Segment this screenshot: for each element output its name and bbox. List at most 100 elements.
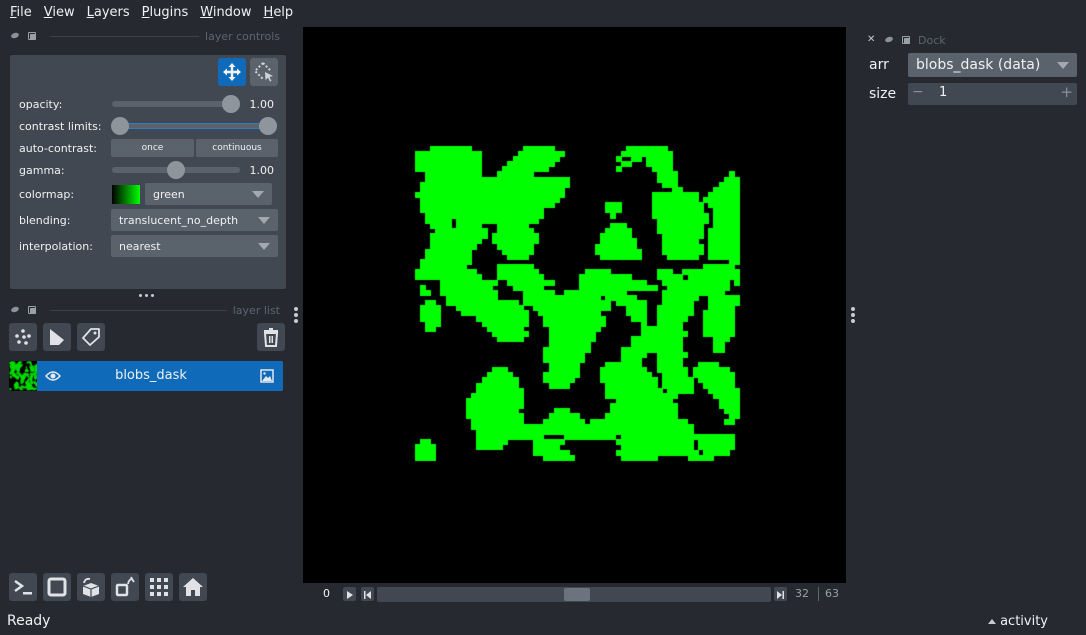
size-label: size xyxy=(869,86,897,102)
size-value[interactable]: 1 xyxy=(939,85,947,100)
menu-view[interactable]: View xyxy=(38,5,81,20)
chevron-down-icon xyxy=(258,217,270,224)
undock-panel-icon[interactable] xyxy=(27,305,37,315)
menu-file[interactable]: File xyxy=(4,5,38,20)
layer-list-title: layer list xyxy=(232,303,280,317)
new-labels-layer-button[interactable] xyxy=(77,323,105,351)
blending-dropdown[interactable]: translucent_no_depth xyxy=(111,209,278,231)
layer-name[interactable]: blobs_dask xyxy=(59,368,243,383)
play-button[interactable] xyxy=(343,587,356,601)
menu-file-label: ile xyxy=(16,4,32,20)
contrast-limits-slider[interactable] xyxy=(111,116,277,136)
activity-button[interactable]: activity xyxy=(988,614,1048,629)
menu-help[interactable]: Help xyxy=(258,5,300,20)
grid-icon xyxy=(150,578,168,596)
float-panel-icon[interactable] xyxy=(10,31,20,41)
auto-contrast-once-button[interactable]: once xyxy=(111,139,194,157)
delete-layer-button[interactable] xyxy=(257,323,285,351)
pan-zoom-button[interactable] xyxy=(218,58,246,86)
contrast-low-handle[interactable] xyxy=(111,117,129,135)
step-back-button[interactable] xyxy=(361,587,374,601)
console-button[interactable] xyxy=(9,573,37,601)
opacity-value: 1.00 xyxy=(249,98,275,111)
contrast-high-handle[interactable] xyxy=(259,117,277,135)
dims-slider-handle[interactable] xyxy=(563,588,590,601)
size-spinbox[interactable]: − 1 + xyxy=(908,83,1077,105)
layer-thumbnail xyxy=(9,361,37,391)
menu-layers[interactable]: Layers xyxy=(81,5,136,20)
right-dock-splitter-handle[interactable] xyxy=(851,307,855,325)
current-frame[interactable]: 32 xyxy=(795,587,809,600)
transform-button[interactable] xyxy=(250,58,278,86)
home-reset-view-button[interactable] xyxy=(179,573,207,601)
max-frame[interactable]: 63 xyxy=(825,587,839,600)
new-points-layer-button[interactable] xyxy=(9,323,37,351)
blending-label: blending: xyxy=(19,213,71,227)
arr-dropdown[interactable]: blobs_dask (data) xyxy=(908,53,1077,77)
interpolation-dropdown[interactable]: nearest xyxy=(111,235,278,257)
chevron-down-icon xyxy=(258,243,270,250)
close-icon[interactable]: ✕ xyxy=(867,35,877,45)
dock-widget: ✕ Dock arr blobs_dask (data) size − 1 + xyxy=(861,27,1086,607)
auto-contrast-label: auto-contrast: xyxy=(19,141,98,155)
new-shapes-layer-button[interactable] xyxy=(43,323,71,351)
menu-plugins-mnemonic: P xyxy=(141,4,150,20)
status-text: Ready xyxy=(7,613,51,629)
menu-layers-mnemonic: L xyxy=(86,4,94,20)
opacity-slider[interactable] xyxy=(112,94,240,114)
points-icon xyxy=(15,329,31,345)
interpolation-label: interpolation: xyxy=(19,239,93,253)
layer-list-header: layer list xyxy=(10,303,280,317)
step-back-icon xyxy=(364,591,371,599)
caret-up-icon xyxy=(988,619,997,624)
axis-label[interactable]: 0 xyxy=(323,587,330,600)
menu-window-label: indow xyxy=(212,4,252,20)
gamma-slider[interactable] xyxy=(112,160,240,180)
menu-window-mnemonic: W xyxy=(200,4,213,20)
image-layer-render xyxy=(303,27,846,583)
menu-plugins-label: lugins xyxy=(149,4,189,20)
blending-value: translucent_no_depth xyxy=(119,213,239,227)
step-forward-button[interactable] xyxy=(774,587,787,601)
menu-help-label: elp xyxy=(273,4,294,20)
menu-view-label: iew xyxy=(52,4,75,20)
select-transform-icon xyxy=(253,62,273,82)
roll-dimensions-button[interactable] xyxy=(77,573,105,601)
auto-contrast-continuous-button[interactable]: continuous xyxy=(196,139,278,157)
step-forward-icon xyxy=(777,591,784,599)
contrast-limits-label: contrast limits: xyxy=(19,119,102,133)
layer-item-blobs-dask[interactable]: blobs_dask xyxy=(9,361,283,391)
opacity-slider-track xyxy=(112,101,240,107)
float-panel-icon[interactable] xyxy=(884,35,894,45)
menu-window[interactable]: Window xyxy=(194,5,257,20)
transpose-dimensions-button[interactable] xyxy=(111,573,139,601)
gamma-slider-handle[interactable] xyxy=(167,161,185,179)
dims-slider-bar: 0 32 63 xyxy=(303,583,846,605)
left-dock-splitter-handle[interactable] xyxy=(294,307,298,325)
transpose-icon xyxy=(115,576,135,597)
decrement-button[interactable]: − xyxy=(912,84,924,100)
arr-label: arr xyxy=(869,57,889,73)
ndisplay-toggle-button[interactable] xyxy=(43,573,71,601)
colormap-dropdown[interactable]: green xyxy=(145,183,272,205)
menu-plugins[interactable]: Plugins xyxy=(136,5,195,20)
chevron-down-icon xyxy=(1057,62,1069,69)
undock-panel-icon[interactable] xyxy=(27,31,37,41)
home-icon xyxy=(183,578,203,596)
frame-divider xyxy=(818,587,819,601)
layer-controls-header: layer controls xyxy=(10,29,280,43)
menu-layers-label: ayers xyxy=(93,4,130,20)
chevron-down-icon xyxy=(252,191,264,198)
undock-panel-icon[interactable] xyxy=(901,35,911,45)
layer-controls-title: layer controls xyxy=(205,29,280,43)
float-panel-icon[interactable] xyxy=(10,305,20,315)
gamma-value: 1.00 xyxy=(249,164,275,177)
grid-view-button[interactable] xyxy=(145,573,173,601)
header-divider xyxy=(50,35,200,37)
panel-splitter-handle[interactable] xyxy=(139,294,155,298)
increment-button[interactable]: + xyxy=(1060,83,1073,101)
viewer-canvas[interactable] xyxy=(303,27,846,583)
interpolation-value: nearest xyxy=(119,239,161,253)
dims-slider-track[interactable] xyxy=(377,587,771,602)
colormap-preview xyxy=(112,185,140,204)
